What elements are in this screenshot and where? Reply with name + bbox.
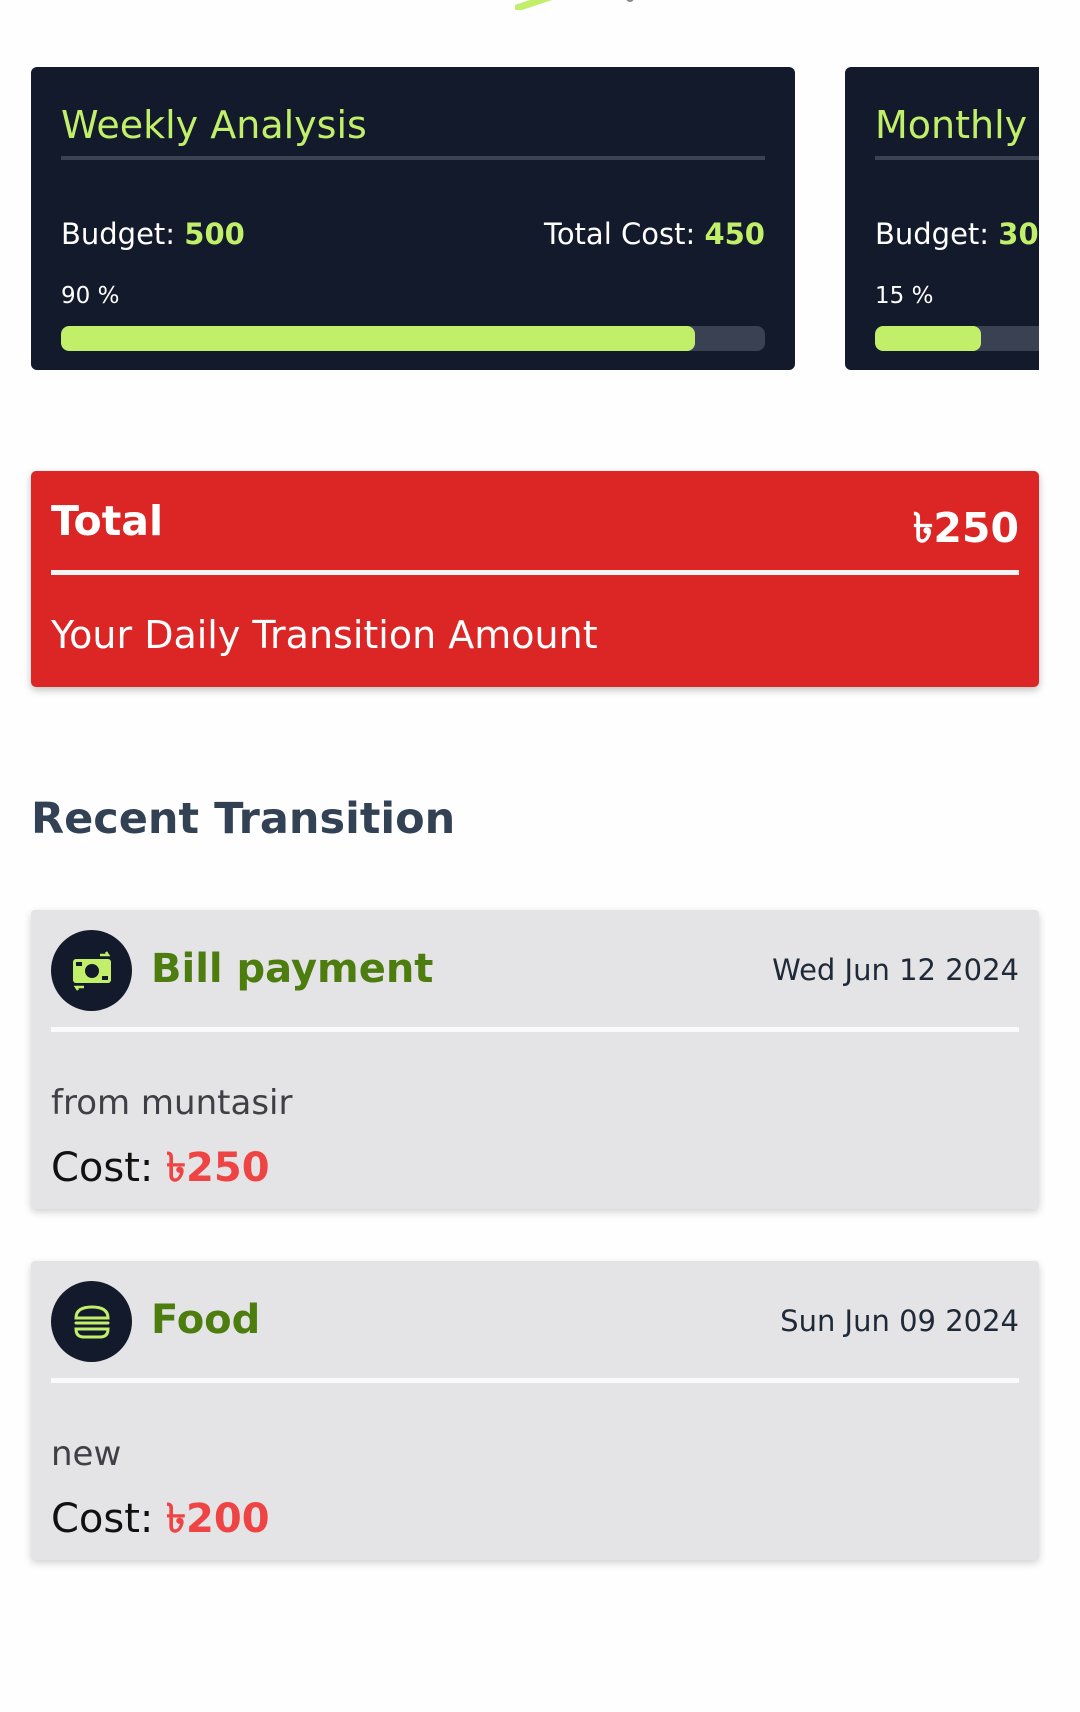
cost-label: Cost: <box>51 1496 154 1542</box>
transaction-date: Wed Jun 12 2024 <box>772 953 1019 987</box>
monthly-analysis-card[interactable]: Monthly Budget: 30 15 % <box>845 67 1039 370</box>
section-title: Recent Transition <box>31 794 456 844</box>
total-amount: ৳250 <box>912 504 1019 552</box>
progress-fill <box>61 326 695 351</box>
divider <box>51 1027 1019 1032</box>
transaction-date: Sun Jun 09 2024 <box>780 1304 1019 1338</box>
transaction-cost: Cost: ৳200 <box>51 1487 270 1554</box>
burger-icon <box>51 1281 132 1362</box>
total-cost-label: Total Cost: <box>544 217 696 251</box>
progress-bar <box>875 326 1039 351</box>
cost-value: ৳200 <box>166 1496 270 1542</box>
logo-fragment-icon <box>515 0 553 10</box>
transaction-card[interactable]: Bill payment Wed Jun 12 2024 from muntas… <box>31 910 1039 1209</box>
total-cost-line: Total Cost: 450 <box>544 217 765 251</box>
page: Weekly Analysis Budget: 500 Total Cost: … <box>0 0 1080 1712</box>
divider <box>51 1378 1019 1383</box>
weekly-analysis-card[interactable]: Weekly Analysis Budget: 500 Total Cost: … <box>31 67 795 370</box>
percent-text: 15 % <box>875 283 934 309</box>
budget-value: 500 <box>184 217 245 251</box>
card-title: Monthly <box>875 103 1028 147</box>
divider <box>61 156 765 160</box>
budget-value: 30 <box>998 217 1039 251</box>
progress-bar <box>61 326 765 351</box>
transaction-title: Food <box>151 1297 261 1343</box>
money-icon <box>51 930 132 1011</box>
transaction-title: Bill payment <box>151 946 434 992</box>
logo-dot-icon <box>626 0 634 2</box>
budget-label: Budget: <box>61 217 176 251</box>
cost-label: Cost: <box>51 1145 154 1191</box>
analysis-carousel[interactable]: Weekly Analysis Budget: 500 Total Cost: … <box>31 67 1039 370</box>
budget-line: Budget: 500 <box>61 217 245 251</box>
progress-fill <box>875 326 981 351</box>
total-label: Total <box>51 497 164 545</box>
total-subtitle: Your Daily Transition Amount <box>51 613 598 657</box>
transaction-card[interactable]: Food Sun Jun 09 2024 new Cost: ৳200 <box>31 1261 1039 1560</box>
budget-line: Budget: 30 <box>875 217 1039 251</box>
budget-label: Budget: <box>875 217 990 251</box>
divider <box>875 156 1039 160</box>
cost-value: ৳250 <box>166 1145 270 1191</box>
transaction-note: new <box>51 1434 122 1474</box>
total-summary-card: Total ৳250 Your Daily Transition Amount <box>31 471 1039 687</box>
transaction-note: from muntasir <box>51 1083 293 1123</box>
total-cost-value: 450 <box>704 217 765 251</box>
divider <box>51 570 1019 575</box>
percent-text: 90 % <box>61 283 120 309</box>
card-title: Weekly Analysis <box>61 103 367 147</box>
transaction-cost: Cost: ৳250 <box>51 1136 270 1203</box>
